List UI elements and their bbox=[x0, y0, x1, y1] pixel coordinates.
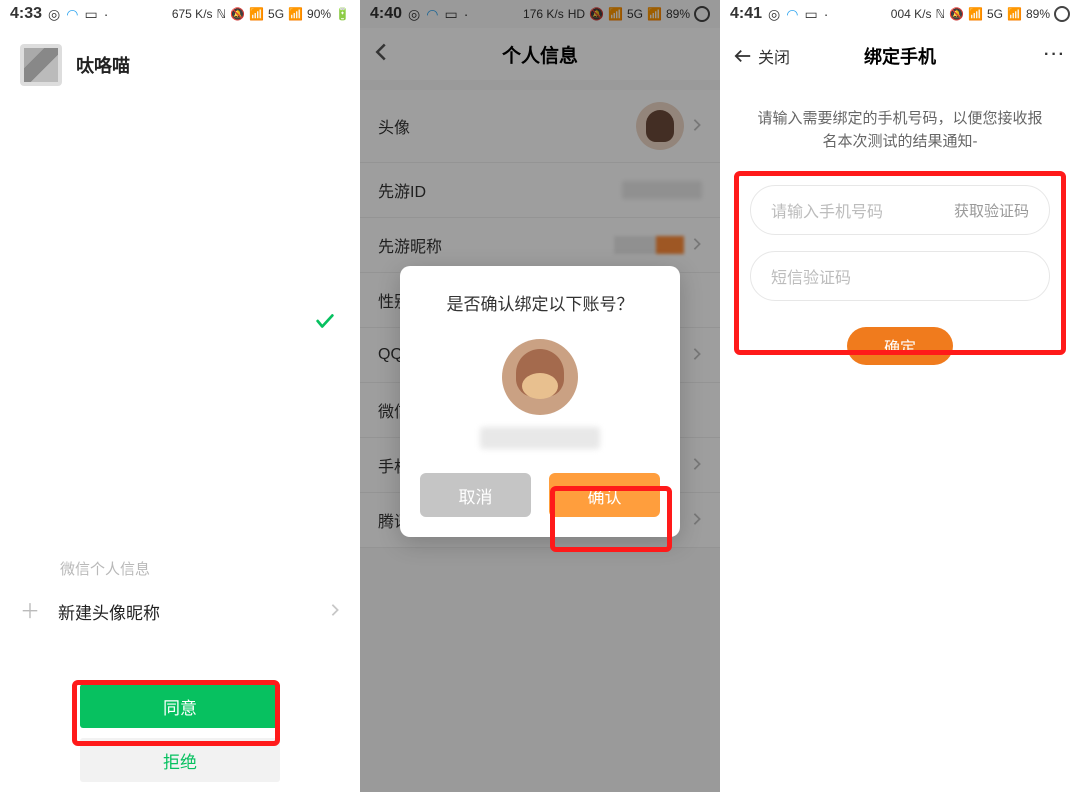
status-bar: 4:41 ◎ ◠ ▭ · 004 K/s ℕ 🔕 📶 5G 📶 89% bbox=[720, 0, 1080, 28]
status-dot: · bbox=[104, 6, 109, 22]
screen-wechat-auth: 4:33 ◎ ◠ ▭ · 675 K/s ℕ 🔕 📶 5G 📶 90% 🔋 呔咯… bbox=[0, 0, 360, 792]
confirm-button[interactable]: 确认 bbox=[549, 473, 660, 517]
new-avatar-nickname-row[interactable]: ＋ 新建头像昵称 bbox=[0, 585, 360, 638]
5g-icon: 5G bbox=[987, 7, 1003, 21]
app-icon: ◎ bbox=[768, 6, 780, 23]
screen-profile: 4:40 ◎ ◠ ▭ · 176 K/s HD 🔕 📶 5G 📶 89% 个人 bbox=[360, 0, 720, 792]
app-icon: ◠ bbox=[786, 6, 798, 23]
instruction-text: 请输入需要绑定的手机号码，以便您接收报名本次测试的结果通知- bbox=[720, 84, 1080, 161]
sms-placeholder: 短信验证码 bbox=[771, 264, 851, 288]
section-label: 微信个人信息 bbox=[0, 548, 360, 585]
more-button[interactable]: ··· bbox=[1044, 46, 1066, 64]
app-icon: ▭ bbox=[84, 6, 97, 23]
agree-label: 同意 bbox=[163, 694, 197, 719]
dialog-title: 是否确认绑定以下账号？ bbox=[420, 290, 660, 315]
avatar bbox=[20, 44, 62, 86]
signal-icon: 📶 bbox=[968, 7, 983, 21]
reject-button[interactable]: 拒绝 bbox=[80, 738, 280, 782]
dialog-username-masked bbox=[480, 427, 600, 449]
submit-button[interactable]: 确定 bbox=[847, 327, 953, 365]
battery-icon: 🔋 bbox=[335, 7, 350, 21]
sms-code-field[interactable]: 短信验证码 bbox=[750, 251, 1050, 301]
status-time: 4:33 bbox=[10, 5, 42, 23]
signal-icon: 📶 bbox=[249, 7, 264, 21]
submit-label: 确定 bbox=[884, 334, 916, 358]
5g-icon: 5G bbox=[268, 7, 284, 21]
reject-label: 拒绝 bbox=[163, 748, 197, 773]
phone-field[interactable]: 请输入手机号码 获取验证码 bbox=[750, 185, 1050, 235]
plus-icon: ＋ bbox=[20, 602, 40, 622]
mute-icon: 🔕 bbox=[230, 7, 245, 21]
net-speed: 675 K/s bbox=[172, 7, 213, 21]
app-icon: ◠ bbox=[66, 6, 78, 23]
status-dot: · bbox=[824, 6, 829, 22]
cancel-button[interactable]: 取消 bbox=[420, 473, 531, 517]
phone-placeholder: 请输入手机号码 bbox=[771, 198, 883, 222]
status-bar: 4:33 ◎ ◠ ▭ · 675 K/s ℕ 🔕 📶 5G 📶 90% 🔋 bbox=[0, 0, 360, 28]
signal-icon: 📶 bbox=[288, 7, 303, 21]
agree-button[interactable]: 同意 bbox=[80, 684, 280, 728]
profile-row: 呔咯喵 bbox=[0, 28, 360, 102]
bind-phone-form: 请输入手机号码 获取验证码 短信验证码 确定 bbox=[720, 161, 1080, 365]
nfc-icon: ℕ bbox=[935, 7, 945, 21]
cancel-label: 取消 bbox=[459, 483, 493, 508]
signal-icon: 📶 bbox=[1007, 7, 1022, 21]
get-code-button[interactable]: 获取验证码 bbox=[954, 200, 1029, 221]
checkmark-icon bbox=[314, 310, 336, 332]
screen-bind-phone: 4:41 ◎ ◠ ▭ · 004 K/s ℕ 🔕 📶 5G 📶 89% 关闭 bbox=[720, 0, 1080, 792]
close-label: 关闭 bbox=[758, 44, 790, 68]
confirm-bind-dialog: 是否确认绑定以下账号？ 取消 确认 bbox=[400, 266, 680, 537]
status-time: 4:41 bbox=[730, 5, 762, 23]
battery-ring-icon bbox=[1054, 6, 1070, 22]
page-header: 关闭 绑定手机 ··· bbox=[720, 28, 1080, 84]
battery-percent: 90% bbox=[307, 7, 331, 21]
profile-name: 呔咯喵 bbox=[76, 52, 130, 78]
chevron-right-icon bbox=[330, 602, 340, 622]
app-icon: ▭ bbox=[804, 6, 817, 23]
net-speed: 004 K/s bbox=[891, 7, 932, 21]
dialog-avatar bbox=[502, 339, 578, 415]
battery-percent: 89% bbox=[1026, 7, 1050, 21]
nfc-icon: ℕ bbox=[217, 7, 227, 21]
mute-icon: 🔕 bbox=[949, 7, 964, 21]
app-icon: ◎ bbox=[48, 6, 60, 23]
back-close-button[interactable]: 关闭 bbox=[734, 44, 790, 68]
new-avatar-label: 新建头像昵称 bbox=[58, 599, 160, 624]
confirm-label: 确认 bbox=[588, 483, 622, 508]
